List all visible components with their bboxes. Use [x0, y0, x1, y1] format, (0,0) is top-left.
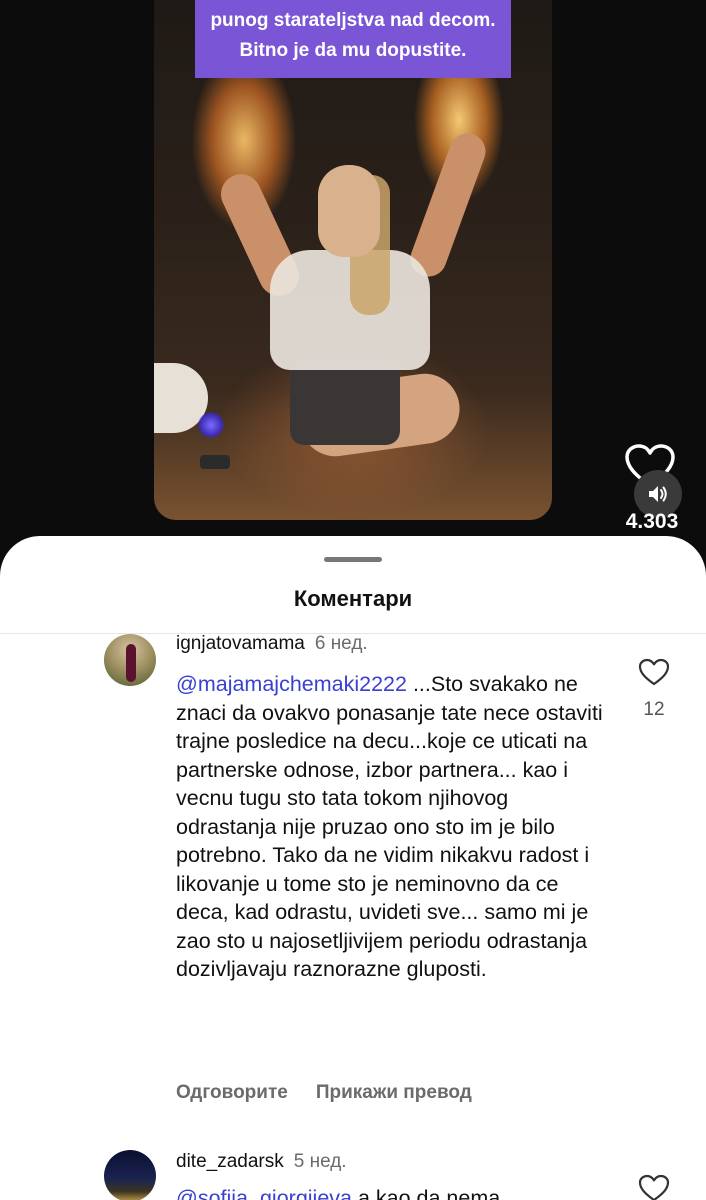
like-count: 4.303 — [625, 510, 679, 533]
comment-text: @sofija_giorgijeva a kao da nema — [176, 1184, 606, 1200]
username[interactable]: ignjatovamama — [176, 633, 305, 654]
drag-handle[interactable] — [324, 557, 382, 562]
stage-prop — [200, 455, 230, 469]
avatar-figure — [126, 644, 136, 682]
comment-time: 5 нед. — [293, 1151, 347, 1172]
comments-sheet: Коментари ignjatovamama 6 нед. @majamajch… — [0, 536, 706, 1200]
comment-text: @majamajchemaki2222 ...Sto svakako ne zn… — [176, 670, 606, 984]
figure-arm — [405, 128, 491, 282]
figure-head — [318, 165, 380, 257]
sheet-title: Коментари — [293, 586, 413, 611]
username[interactable]: dite_zadarsk — [176, 1151, 284, 1172]
mention-link[interactable]: @sofija_giorgijeva — [176, 1186, 352, 1200]
comment-body: a kao da nema — [352, 1186, 501, 1200]
reel-area: punog starateljstva nad decom. Bitno je … — [0, 0, 706, 560]
comment-like-count: 12 — [643, 699, 665, 720]
stage-light — [198, 412, 224, 438]
avatar[interactable] — [104, 634, 156, 686]
avatar[interactable] — [104, 1150, 156, 1200]
caption-line: punog starateljstva nad decom. — [210, 10, 496, 31]
comment-header: dite_zadarsk 5 нед. — [176, 1151, 347, 1173]
comment-time: 6 нед. — [314, 633, 368, 654]
caption-line: Bitno je da mu dopustite. — [239, 40, 467, 61]
comment-body: ...Sto svakako ne znaci da ovakvo ponasa… — [176, 672, 603, 981]
mention-link[interactable]: @majamajchemaki2222 — [176, 672, 407, 696]
sound-on-icon — [649, 486, 667, 502]
video-caption: punog starateljstva nad decom. Bitno je … — [195, 0, 511, 78]
comment-like-icon[interactable] — [638, 658, 670, 686]
comment-like-icon[interactable] — [638, 1174, 670, 1200]
reply-button[interactable]: Одговорите — [176, 1082, 288, 1103]
comment-header: ignjatovamama 6 нед. — [176, 633, 368, 655]
translate-button[interactable]: Прикажи превод — [316, 1082, 472, 1103]
comment-actions: Одговорите Прикажи превод — [176, 1082, 500, 1104]
reel-video[interactable] — [154, 0, 552, 520]
